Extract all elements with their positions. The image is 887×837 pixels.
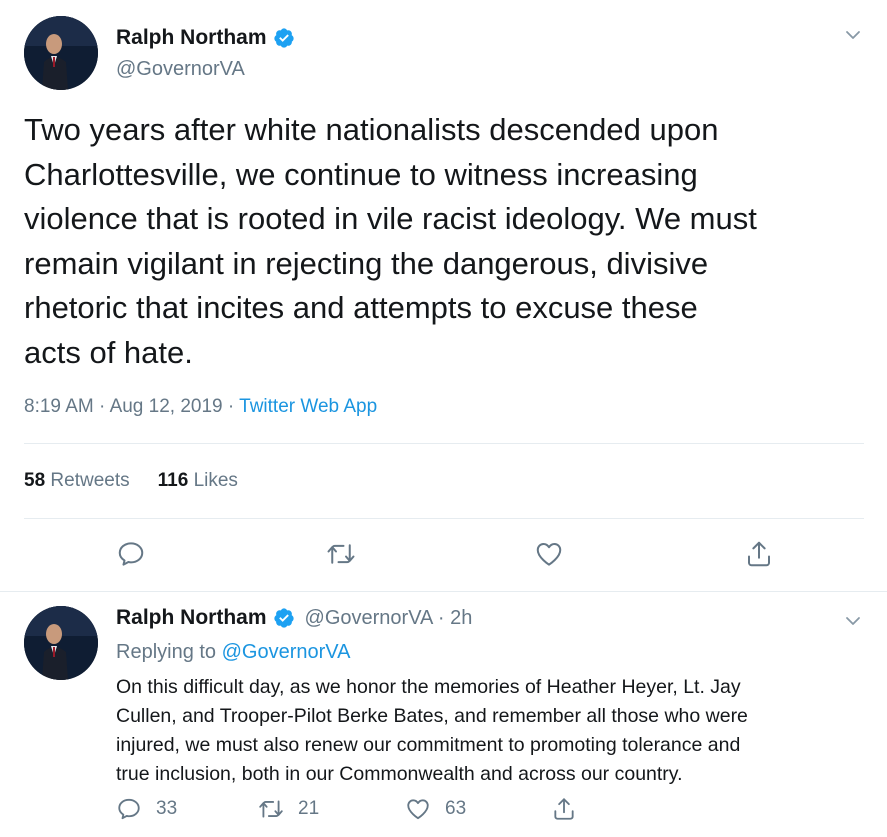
- reply-handle-time: @GovernorVA · 2h: [305, 607, 473, 630]
- reply-age[interactable]: 2h: [450, 607, 472, 629]
- author-handle[interactable]: @GovernorVA: [116, 58, 245, 81]
- retweet-count: 21: [298, 798, 320, 819]
- reply-tweet-text: On this difficult day, as we honor the m…: [116, 676, 748, 785]
- avatar-image: [24, 606, 98, 680]
- reply-avatar[interactable]: [24, 606, 98, 680]
- retweet-label: Retweets: [50, 470, 130, 491]
- like-action[interactable]: 63: [405, 796, 466, 822]
- chevron-down-icon[interactable]: [844, 26, 862, 44]
- retweet-icon[interactable]: [326, 539, 356, 569]
- retweet-action[interactable]: 21: [258, 796, 319, 822]
- retweet-count: 58: [24, 470, 46, 491]
- author-display-name[interactable]: Ralph Northam: [116, 26, 267, 50]
- avatar-image: [24, 16, 98, 90]
- heart-icon[interactable]: [534, 539, 564, 569]
- replying-to-link[interactable]: @GovernorVA: [222, 641, 351, 663]
- reply-action[interactable]: 33: [116, 796, 177, 822]
- retweets-stat[interactable]: 58 Retweets: [24, 470, 130, 492]
- avatar[interactable]: [24, 16, 98, 90]
- reply-author-display-name[interactable]: Ralph Northam: [116, 606, 267, 630]
- likes-stat[interactable]: 116 Likes: [158, 470, 238, 492]
- divider: [24, 443, 864, 444]
- heart-icon: [407, 799, 429, 820]
- reply-icon: [118, 798, 140, 820]
- tweet-time[interactable]: 8:19 AM: [24, 396, 94, 417]
- meta-separator: ·: [437, 606, 445, 629]
- verified-badge-icon: [273, 27, 295, 49]
- like-label: Likes: [193, 470, 238, 491]
- like-count: 116: [157, 470, 189, 491]
- reply-author-line: Ralph Northam @GovernorVA · 2h: [116, 606, 472, 630]
- tweet-stats: 58 Retweets 116 Likes: [24, 470, 238, 492]
- replying-to: Replying to @GovernorVA: [116, 641, 351, 664]
- tweet-text: Two years after white nationalists desce…: [24, 112, 757, 370]
- verified-badge-icon: [273, 607, 295, 629]
- divider: [24, 518, 864, 519]
- tweet-date[interactable]: Aug 12, 2019: [110, 396, 223, 417]
- author-name-line[interactable]: Ralph Northam: [116, 26, 295, 50]
- tweet-meta: 8:19 AM · Aug 12, 2019 · Twitter Web App: [24, 396, 377, 418]
- tweet-source-link[interactable]: Twitter Web App: [239, 396, 377, 417]
- meta-separator: ·: [227, 396, 235, 417]
- share-action[interactable]: [551, 796, 577, 822]
- share-icon: [554, 798, 574, 820]
- reply-author-handle[interactable]: @GovernorVA: [305, 607, 433, 629]
- main-tweet: Ralph Northam @GovernorVA Two years afte…: [0, 0, 887, 592]
- chevron-down-icon[interactable]: [844, 612, 862, 630]
- reply-icon[interactable]: [116, 539, 146, 569]
- like-count: 63: [445, 798, 467, 819]
- share-icon[interactable]: [744, 539, 774, 569]
- retweet-icon: [259, 800, 283, 818]
- replying-prefix: Replying to: [116, 641, 217, 663]
- meta-separator: ·: [99, 396, 106, 417]
- reply-count: 33: [156, 798, 178, 819]
